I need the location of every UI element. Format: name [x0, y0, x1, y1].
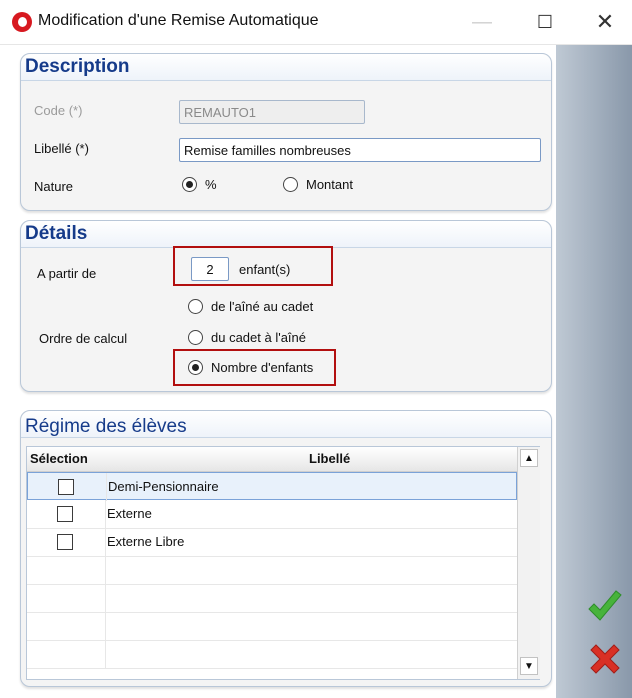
column-divider — [106, 473, 107, 501]
nature-label: Nature — [34, 179, 74, 194]
close-button[interactable]: ✕ — [585, 8, 625, 36]
row-checkbox[interactable] — [58, 479, 74, 495]
table-scrollbar[interactable]: ▲ ▼ — [517, 447, 540, 679]
minimize-button[interactable]: — — [462, 8, 502, 36]
apartir-label: A partir de — [37, 266, 97, 281]
validate-button[interactable] — [583, 585, 627, 629]
regime-table: Sélection Libellé Demi-Pensionnaire Exte… — [26, 446, 540, 680]
ordre-radio-cadet-aine[interactable]: du cadet à l'aîné — [188, 330, 306, 345]
scroll-up-button[interactable]: ▲ — [520, 449, 538, 467]
libelle-field[interactable]: Remise familles nombreuses — [179, 138, 541, 162]
empty-row — [27, 556, 517, 585]
nature-radio-percent[interactable]: % — [182, 177, 217, 192]
details-header — [21, 221, 551, 248]
radio-selected-icon — [188, 360, 203, 375]
ordre-option-label: du cadet à l'aîné — [211, 330, 306, 345]
ordre-option-label: de l'aîné au cadet — [211, 299, 314, 314]
green-checkmark-icon — [588, 590, 622, 621]
details-title: Détails — [25, 223, 88, 244]
scroll-down-button[interactable]: ▼ — [520, 657, 538, 675]
nature-percent-label: % — [205, 177, 217, 192]
red-x-icon — [590, 644, 620, 674]
ordre-radio-nombre-enfants[interactable]: Nombre d'enfants — [188, 360, 313, 375]
ordre-label: Ordre de calcul — [39, 331, 128, 346]
table-row[interactable]: Externe — [27, 500, 517, 529]
ordre-radio-aine-cadet[interactable]: de l'aîné au cadet — [188, 299, 313, 314]
dialog-content: Description Code (*) REMAUTO1 Libellé (*… — [0, 45, 632, 698]
empty-row — [27, 640, 517, 669]
row-label: Externe — [107, 506, 152, 521]
window-title: Modification d'une Remise Automatique — [38, 12, 319, 29]
code-label: Code (*) — [34, 103, 83, 118]
row-label: Demi-Pensionnaire — [108, 479, 219, 494]
regime-table-header: Sélection Libellé — [27, 447, 517, 472]
description-panel: Description Code (*) REMAUTO1 Libellé (*… — [20, 53, 552, 211]
column-divider — [105, 500, 106, 528]
column-divider — [105, 556, 106, 584]
column-divider — [105, 528, 106, 556]
regime-panel: Régime des élèves Sélection Libellé Demi… — [20, 410, 552, 687]
nature-radio-montant[interactable]: Montant — [283, 177, 353, 192]
row-checkbox[interactable] — [57, 506, 73, 522]
title-bar: Modification d'une Remise Automatique — … — [0, 0, 632, 45]
column-divider — [105, 612, 106, 640]
radio-selected-icon — [182, 177, 197, 192]
code-field[interactable]: REMAUTO1 — [179, 100, 365, 124]
nature-montant-label: Montant — [306, 177, 353, 192]
table-row[interactable]: Externe Libre — [27, 528, 517, 557]
description-title: Description — [25, 56, 130, 77]
empty-row — [27, 612, 517, 641]
radio-empty-icon — [283, 177, 298, 192]
libelle-label: Libellé (*) — [34, 141, 89, 156]
table-row[interactable]: Demi-Pensionnaire — [27, 472, 517, 501]
enfants-count-field[interactable]: 2 — [191, 257, 229, 281]
app-logo-icon — [12, 12, 32, 32]
cancel-button[interactable] — [583, 638, 627, 682]
radio-empty-icon — [188, 299, 203, 314]
ordre-option-label: Nombre d'enfants — [211, 360, 314, 375]
column-divider — [105, 640, 106, 668]
libelle-column-header[interactable]: Libellé — [309, 451, 350, 466]
maximize-button[interactable]: ☐ — [525, 8, 565, 36]
radio-empty-icon — [188, 330, 203, 345]
details-panel: Détails A partir de 2 enfant(s) de l'aîn… — [20, 220, 552, 392]
selection-column-header[interactable]: Sélection — [30, 451, 88, 466]
regime-title: Régime des élèves — [25, 416, 187, 437]
enfants-unit-label: enfant(s) — [239, 262, 291, 277]
row-label: Externe Libre — [107, 534, 185, 549]
empty-row — [27, 584, 517, 613]
column-divider — [105, 584, 106, 612]
row-checkbox[interactable] — [57, 534, 73, 550]
